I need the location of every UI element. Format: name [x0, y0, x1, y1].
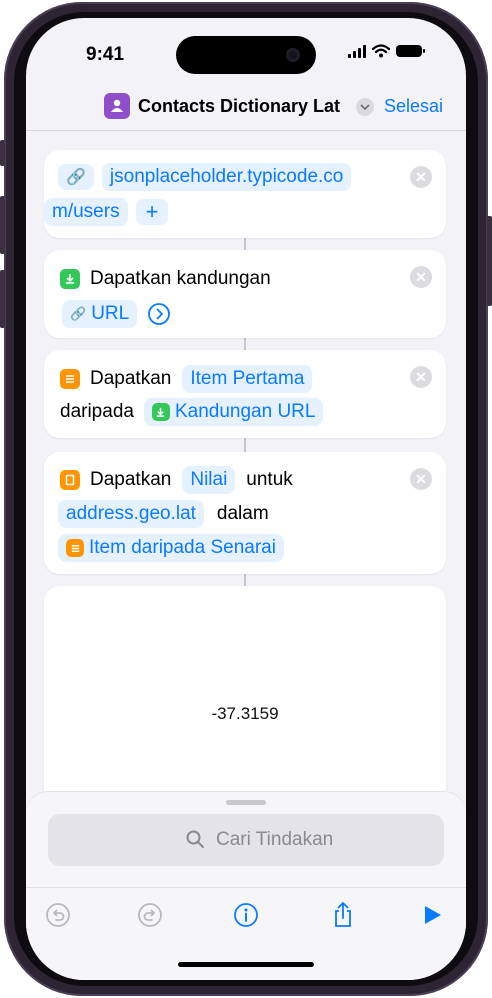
from-label: daripada [60, 401, 134, 422]
url-link-pill[interactable]: 🔗 [58, 164, 94, 190]
dictionary-variable-pill[interactable]: Item daripada Senarai [58, 534, 284, 562]
add-url-button[interactable]: + [135, 199, 169, 225]
screen: 9:41 Contacts Dictionary Lat Selesai 🔗 j… [26, 18, 466, 980]
download-icon [60, 269, 80, 289]
shortcut-app-icon[interactable] [104, 93, 130, 119]
key-field-pill[interactable]: address.geo.lat [58, 500, 204, 528]
connector-line [244, 338, 246, 350]
source-variable-pill[interactable]: Kandungan URL [143, 398, 324, 426]
redo-button[interactable] [135, 900, 165, 930]
chevron-down-icon[interactable] [356, 98, 374, 116]
item-selector-pill[interactable]: Item Pertama [182, 365, 313, 393]
get-contents-label: Dapatkan kandungan [90, 268, 271, 289]
search-placeholder: Cari Tindakan [216, 829, 334, 850]
get-item-action-card[interactable]: Dapatkan Item Pertama daripada Kandungan… [44, 350, 446, 438]
remove-action-button[interactable]: ✕ [410, 166, 432, 188]
url-text-line2[interactable]: m/users [44, 198, 128, 226]
sheet-grabber[interactable] [226, 800, 266, 805]
dictionary-icon [60, 470, 80, 490]
dynamic-island [176, 36, 316, 74]
volume-down-button [0, 270, 5, 328]
url-action-card[interactable]: 🔗 jsonplaceholder.typicode.co m/users + … [44, 150, 446, 238]
undo-button[interactable] [43, 900, 73, 930]
info-button[interactable] [231, 900, 261, 930]
link-icon: 🔗 [70, 306, 87, 321]
undo-icon [46, 903, 70, 927]
url-variable-label: URL [91, 303, 130, 324]
value-selector-pill[interactable]: Nilai [182, 466, 236, 494]
dictionary-variable-label: Item daripada Senarai [89, 537, 276, 558]
redo-icon [138, 903, 162, 927]
wifi-icon [372, 44, 390, 58]
run-button[interactable] [417, 900, 447, 930]
search-icon [186, 830, 204, 848]
get-label: Dapatkan [90, 368, 172, 389]
power-button [487, 216, 492, 306]
connector-line [244, 238, 246, 250]
remove-action-button[interactable]: ✕ [410, 266, 432, 288]
connector-line [244, 438, 246, 452]
source-variable-label: Kandungan URL [174, 401, 316, 422]
toolbar-divider [26, 887, 466, 888]
result-card: -37.3159 [44, 586, 446, 826]
get-value-action-card[interactable]: Dapatkan Nilai untuk address.geo.lat dal… [44, 452, 446, 574]
person-icon [111, 99, 123, 112]
share-button[interactable] [328, 900, 358, 930]
list-icon [60, 369, 80, 389]
volume-up-button [0, 196, 5, 254]
get-contents-action-card[interactable]: Dapatkan kandungan 🔗 URL ✕ [44, 250, 446, 338]
action-search-sheet: Cari Tindakan [26, 792, 466, 980]
share-icon [335, 901, 351, 927]
connector-line [244, 574, 246, 586]
play-icon [425, 906, 441, 924]
in-label: dalam [216, 503, 269, 524]
url-text-line1[interactable]: jsonplaceholder.typicode.co [101, 163, 352, 191]
camera-icon [286, 48, 300, 62]
search-actions-field[interactable]: Cari Tindakan [48, 814, 444, 866]
remove-action-button[interactable]: ✕ [410, 468, 432, 490]
nav-divider [26, 130, 466, 131]
list-icon [66, 539, 84, 557]
info-icon [234, 903, 258, 927]
shortcut-title[interactable]: Contacts Dictionary Lat [138, 96, 340, 117]
remove-action-button[interactable]: ✕ [410, 366, 432, 388]
download-icon [151, 403, 170, 421]
home-indicator[interactable] [178, 962, 314, 967]
battery-icon [396, 45, 425, 57]
navigation-bar: Contacts Dictionary Lat Selesai [26, 88, 466, 128]
action-button [0, 140, 5, 166]
chevron-right-circle-icon[interactable] [147, 302, 171, 326]
status-time: 9:41 [86, 44, 125, 65]
link-icon: 🔗 [66, 169, 86, 186]
for-label: untuk [246, 469, 293, 490]
signal-icon [348, 44, 366, 58]
url-variable-pill[interactable]: 🔗 URL [62, 300, 138, 328]
result-value: -37.3159 [211, 704, 279, 723]
status-icons [348, 44, 425, 58]
get-label: Dapatkan [90, 469, 172, 490]
done-button[interactable]: Selesai [384, 96, 443, 117]
